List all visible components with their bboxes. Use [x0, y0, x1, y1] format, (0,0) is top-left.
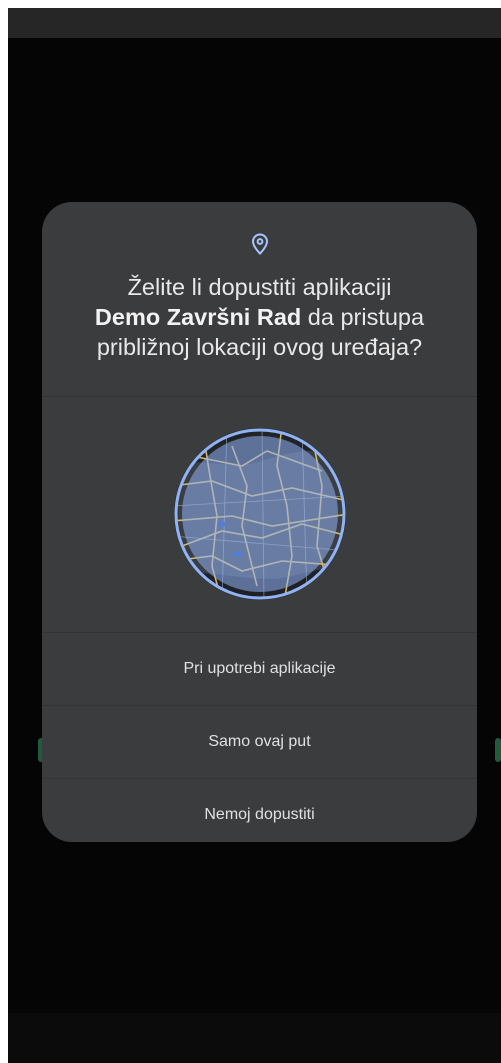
- status-bar: [8, 8, 501, 38]
- phone-screen: Želite li dopustiti aplikaciji Demo Završ…: [8, 8, 501, 1063]
- allow-while-using-app-button[interactable]: Pri upotrebi aplikacije: [42, 633, 477, 705]
- location-pin-icon: [251, 233, 269, 255]
- approximate-location-map-illustration: [174, 428, 346, 600]
- location-permission-dialog: Želite li dopustiti aplikaciji Demo Završ…: [42, 202, 477, 842]
- app-name: Demo Završni Rad: [94, 304, 302, 330]
- background-element: [495, 738, 501, 762]
- deny-button[interactable]: Nemoj dopustiti: [42, 779, 477, 842]
- dialog-title: Želite li dopustiti aplikaciji Demo Završ…: [62, 272, 457, 362]
- allow-only-this-time-button[interactable]: Samo ovaj put: [42, 706, 477, 778]
- divider: [42, 396, 477, 397]
- title-prefix: Želite li dopustiti aplikaciji: [127, 274, 392, 300]
- navigation-bar: [8, 1013, 501, 1063]
